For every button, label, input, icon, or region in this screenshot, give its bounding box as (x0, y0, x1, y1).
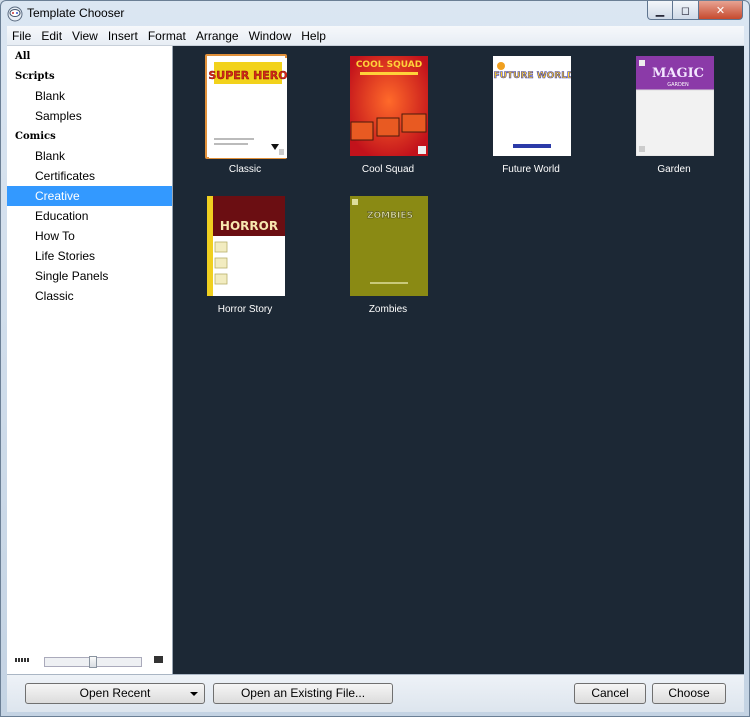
template-label-horror-story: Horror Story (217, 304, 273, 315)
classic-cover-thumbnail: SUPER HERO (209, 58, 287, 158)
minimize-button[interactable]: ▁ (647, 1, 673, 20)
future-world-cover-title: FUTURE WORLD (494, 71, 571, 81)
zombies-cover-title: ZOMBIES (367, 211, 413, 221)
cancel-button[interactable]: Cancel (574, 683, 646, 704)
sidebar-item-certificates[interactable]: Certificates (7, 166, 172, 186)
template-tile-zombies[interactable]: ZOMBIES Zombies (328, 186, 448, 316)
zoom-slider[interactable] (44, 656, 142, 668)
garden-cover-subtitle: GARDEN (667, 82, 689, 88)
future-world-cover-thumbnail: FUTURE WORLD (493, 56, 571, 156)
template-thumbnail-frame: SUPER HERO (205, 54, 287, 159)
template-thumbnail-frame: HORROR (205, 194, 287, 299)
app-icon (7, 6, 23, 22)
close-icon: ✕ (715, 4, 726, 17)
dialog-footer: Open Recent Open an Existing File... Can… (7, 674, 744, 712)
menu-insert[interactable]: Insert (103, 26, 143, 46)
template-label-classic: Classic (228, 164, 262, 175)
menu-bar: File Edit View Insert Format Arrange Win… (7, 26, 744, 46)
template-thumbnail-frame: MAGIC GARDEN (634, 54, 716, 159)
template-thumbnail-frame: COOL SQUAD (348, 54, 430, 159)
horror-cover-title: HORROR (220, 219, 278, 233)
template-tile-future-world[interactable]: FUTURE WORLD Future World (471, 46, 591, 176)
category-sidebar: All Scripts Blank Samples Comics Blank C… (7, 46, 173, 674)
template-label-zombies: Zombies (368, 304, 408, 315)
menu-format[interactable]: Format (143, 26, 191, 46)
template-label-future-world: Future World (502, 164, 560, 175)
category-all[interactable]: All (15, 51, 30, 62)
window-title: Template Chooser (27, 6, 125, 20)
sidebar-item-life-stories[interactable]: Life Stories (7, 246, 172, 266)
template-tile-cool-squad[interactable]: COOL SQUAD Cool Squad (328, 46, 448, 176)
sidebar-item-how-to[interactable]: How To (7, 226, 172, 246)
close-button[interactable]: ✕ (699, 1, 743, 20)
group-heading-scripts[interactable]: Scripts (15, 71, 55, 82)
template-tile-classic[interactable]: SUPER HERO Classic (185, 46, 305, 176)
template-label-garden: Garden (657, 164, 691, 175)
menu-arrange[interactable]: Arrange (191, 26, 244, 46)
sidebar-item-creative[interactable]: Creative (7, 186, 172, 206)
garden-cover-title: MAGIC (652, 66, 704, 81)
menu-window[interactable]: Window (244, 26, 297, 46)
garden-cover-thumbnail: MAGIC GARDEN (636, 56, 714, 156)
cool-squad-cover-thumbnail: COOL SQUAD (350, 56, 428, 156)
horror-story-cover-thumbnail: HORROR (207, 196, 285, 296)
sidebar-item-classic[interactable]: Classic (7, 286, 172, 306)
classic-cover-title: SUPER HERO (209, 69, 287, 82)
maximize-icon: ◻ (680, 4, 691, 17)
menu-help[interactable]: Help (296, 26, 331, 46)
sidebar-item-scripts-blank[interactable]: Blank (7, 86, 172, 106)
maximize-button[interactable]: ◻ (673, 1, 699, 20)
menu-file[interactable]: File (7, 26, 36, 46)
group-heading-comics[interactable]: Comics (15, 131, 56, 142)
title-bar[interactable]: Template Chooser ▁ ◻ ✕ (1, 1, 749, 26)
template-grid: SUPER HERO Classic COOL SQUAD Cool Squad… (173, 46, 744, 674)
menu-view[interactable]: View (67, 26, 103, 46)
template-label-cool-squad: Cool Squad (361, 164, 415, 175)
template-chooser-window: Template Chooser ▁ ◻ ✕ File Edit View In… (0, 0, 750, 717)
sidebar-item-single-panels[interactable]: Single Panels (7, 266, 172, 286)
zombies-cover-thumbnail: ZOMBIES (350, 196, 428, 296)
open-recent-label: Open Recent (79, 686, 151, 700)
cool-squad-cover-title: COOL SQUAD (356, 60, 422, 70)
chevron-down-icon (190, 692, 198, 696)
sidebar-item-samples[interactable]: Samples (7, 106, 172, 126)
template-thumbnail-frame: FUTURE WORLD (491, 54, 573, 159)
small-thumbnails-icon (15, 658, 30, 662)
template-tile-garden[interactable]: MAGIC GARDEN Garden (614, 46, 734, 176)
sidebar-item-education[interactable]: Education (7, 206, 172, 226)
template-tile-horror-story[interactable]: HORROR Horror Story (185, 186, 305, 316)
zoom-slider-handle[interactable] (89, 656, 97, 668)
thumbnail-zoom-control (7, 650, 173, 670)
window-controls: ▁ ◻ ✕ (647, 1, 743, 20)
open-recent-dropdown[interactable]: Open Recent (25, 683, 205, 704)
sidebar-item-comics-blank[interactable]: Blank (7, 146, 172, 166)
open-existing-file-button[interactable]: Open an Existing File... (213, 683, 393, 704)
template-thumbnail-frame: ZOMBIES (348, 194, 430, 299)
menu-edit[interactable]: Edit (36, 26, 67, 46)
large-thumbnails-icon (154, 656, 163, 663)
minimize-icon: ▁ (655, 4, 665, 17)
choose-button[interactable]: Choose (652, 683, 726, 704)
